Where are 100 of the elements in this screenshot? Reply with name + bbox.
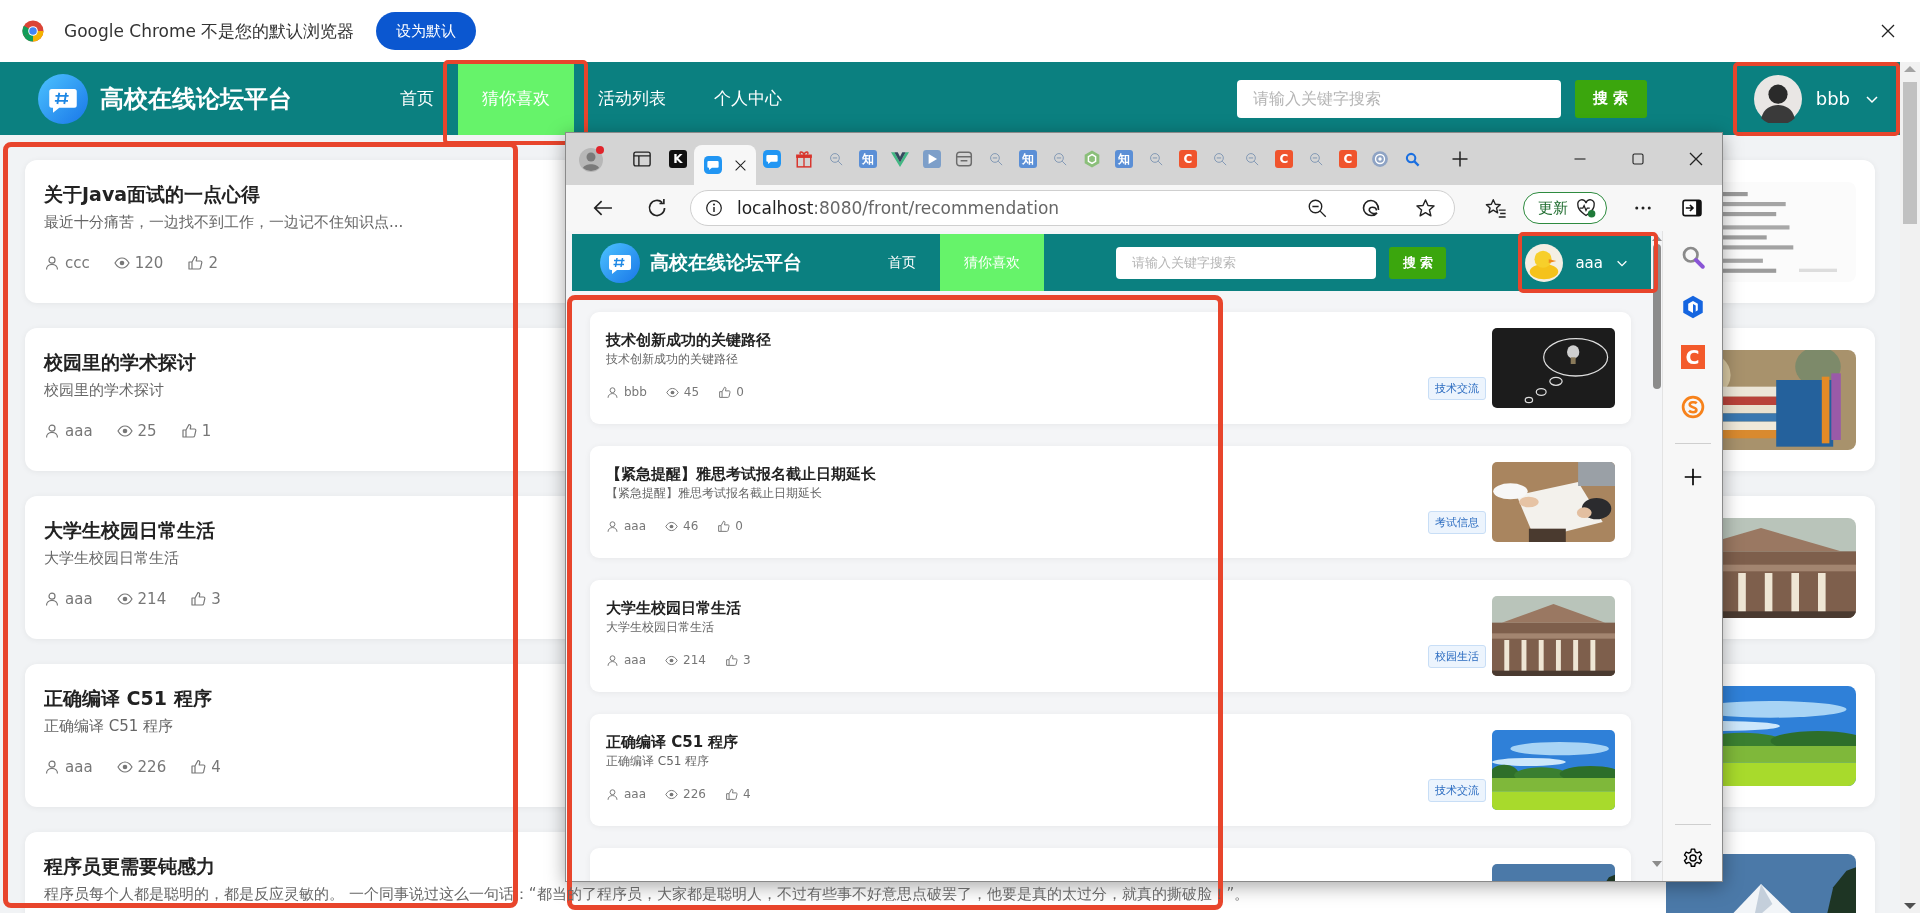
eye-icon xyxy=(665,787,679,801)
new-tab-icon[interactable] xyxy=(1450,149,1470,169)
category-tag: 校园生活 xyxy=(1428,645,1486,668)
browser-tab[interactable]: 知 xyxy=(1108,133,1140,185)
post-title[interactable]: 【紧急提醒】雅思考试报名截止日期延长 xyxy=(606,465,876,484)
user-name[interactable]: aaa xyxy=(1575,253,1603,272)
sidebar-toggle-icon[interactable] xyxy=(1681,197,1703,219)
tab-actions-icon[interactable] xyxy=(632,149,652,169)
star-icon[interactable] xyxy=(1415,197,1436,219)
eye-icon xyxy=(665,385,679,399)
user-icon xyxy=(606,385,619,399)
post-summary: 【紧急提醒】雅思考试报名截止日期延长 xyxy=(606,485,822,502)
view-count: 45 xyxy=(683,385,700,399)
scrollbar[interactable] xyxy=(1900,62,1920,913)
thumbs-up-icon xyxy=(724,787,738,801)
refresh-icon[interactable] xyxy=(646,197,668,219)
settings-icon[interactable] xyxy=(1681,847,1704,869)
chat-icon xyxy=(703,156,722,174)
author-name: aaa xyxy=(624,653,647,667)
like-count: 4 xyxy=(742,787,751,801)
nav-link[interactable]: 活动列表 xyxy=(574,62,690,135)
search-field[interactable]: 请输入关键字搜索 xyxy=(1116,246,1377,279)
url-text: localhost:8080/front/recommendation xyxy=(737,198,1060,218)
browser-tab[interactable]: C xyxy=(1332,133,1364,185)
nav-link[interactable]: 首页 xyxy=(376,62,458,135)
like-count: 3 xyxy=(211,590,221,608)
site-logo: 知 xyxy=(859,150,877,168)
update-button[interactable]: 更新 xyxy=(1523,192,1607,224)
cube-icon[interactable] xyxy=(1680,295,1705,319)
set-default-button[interactable]: 设为默认 xyxy=(376,12,477,50)
author-name: aaa xyxy=(65,422,93,440)
user-name[interactable]: bbb xyxy=(1815,88,1850,109)
search-icon xyxy=(1404,151,1420,167)
post-card[interactable]: 大学生校园日常生活 大学生校园日常生活 aaa 214 3 校园生活 xyxy=(590,580,1631,692)
eye-icon xyxy=(116,423,133,439)
maximize-icon[interactable] xyxy=(1630,151,1646,167)
v-logo-icon xyxy=(891,150,909,168)
search-icon xyxy=(1053,152,1067,166)
gift-icon xyxy=(795,150,813,168)
site-title: 高校在线论坛平台 xyxy=(100,83,292,115)
post-title[interactable]: 关于Java面试的一点心得 xyxy=(44,182,261,208)
search-field[interactable]: 请输入关键字搜索 xyxy=(1236,79,1561,118)
user-icon xyxy=(606,787,619,801)
browser-tab[interactable]: C xyxy=(1172,133,1204,185)
site-title: 高校在线论坛平台 xyxy=(650,249,802,275)
close-icon[interactable] xyxy=(1880,23,1896,39)
site-logo: 知 xyxy=(1019,150,1037,168)
nav-link[interactable]: 首页 xyxy=(864,234,940,291)
author-name: aaa xyxy=(624,787,647,801)
play-icon xyxy=(923,150,941,168)
post-summary: 技术创新成功的关键路径 xyxy=(606,351,738,368)
user-icon xyxy=(44,759,60,775)
author-name: aaa xyxy=(65,590,93,608)
post-card[interactable]: 【紧急提醒】雅思考试报名截止日期延长 【紧急提醒】雅思考试报名截止日期延长 aaa 46 0 考试信息 xyxy=(590,446,1631,558)
category-tag: 考试信息 xyxy=(1428,511,1486,534)
post-title[interactable]: 正确编译 C51 程序 xyxy=(44,686,212,712)
post-card[interactable]: 技术创新成功的关键路径 技术创新成功的关键路径 bbb 45 0 技术交流 xyxy=(590,312,1631,424)
hexagon-icon xyxy=(1083,150,1101,168)
browser-tab[interactable]: 知 xyxy=(852,133,884,185)
user-icon xyxy=(44,255,60,271)
address-bar[interactable]: localhost:8080/front/recommendation xyxy=(690,190,1455,226)
site-logo: C xyxy=(1275,150,1293,168)
browser-tab[interactable]: 知 xyxy=(1012,133,1044,185)
post-title[interactable]: 正确编译 C51 程序 xyxy=(606,733,739,752)
refresh-swirl-icon[interactable] xyxy=(1361,198,1381,218)
category-tag: 技术交流 xyxy=(1428,779,1486,802)
chat-icon xyxy=(763,150,781,168)
profile-icon[interactable] xyxy=(578,145,606,173)
browser-tab[interactable]: C xyxy=(1268,133,1300,185)
author-name: ccc xyxy=(65,254,90,272)
like-count: 3 xyxy=(742,653,751,667)
globe-icon xyxy=(1371,150,1389,168)
favorites-icon[interactable] xyxy=(1485,197,1507,219)
banner-message: Google Chrome 不是您的默认浏览器 xyxy=(64,19,355,43)
heart-icon xyxy=(1576,198,1596,218)
thumbs-up-icon xyxy=(718,385,732,399)
close-icon[interactable] xyxy=(1688,151,1704,167)
search-icon xyxy=(1245,152,1259,166)
nav-link[interactable]: 个人中心 xyxy=(690,62,806,135)
browser-window-dialog[interactable] xyxy=(565,132,1723,882)
thumbs-up-icon xyxy=(717,519,731,533)
post-title[interactable]: 校园里的学术探讨 xyxy=(44,350,196,376)
window-icon xyxy=(955,150,973,168)
s-logo-icon[interactable] xyxy=(1680,395,1705,419)
view-count: 46 xyxy=(683,519,699,533)
post-title[interactable]: 大学生校园日常生活 xyxy=(44,518,215,544)
site-logo[interactable]: C xyxy=(1680,345,1705,369)
avatar[interactable] xyxy=(1753,74,1802,123)
browser-tab[interactable]: K xyxy=(662,133,694,185)
eye-icon xyxy=(116,591,133,607)
post-card[interactable]: 正确编译 C51 程序 正确编译 C51 程序 aaa 226 4 技术交流 xyxy=(590,714,1631,826)
post-title[interactable]: 大学生校园日常生活 xyxy=(606,599,741,618)
thumbs-up-icon xyxy=(187,255,204,271)
post-title[interactable]: 技术创新成功的关键路径 xyxy=(606,331,771,350)
zoom-out-icon[interactable] xyxy=(1307,198,1327,218)
close-icon[interactable] xyxy=(733,158,747,172)
info-icon[interactable] xyxy=(705,199,723,217)
like-count: 0 xyxy=(735,519,743,533)
search-icon[interactable] xyxy=(1680,245,1705,269)
post-title[interactable]: 程序员更需要钝感力 xyxy=(44,854,215,880)
